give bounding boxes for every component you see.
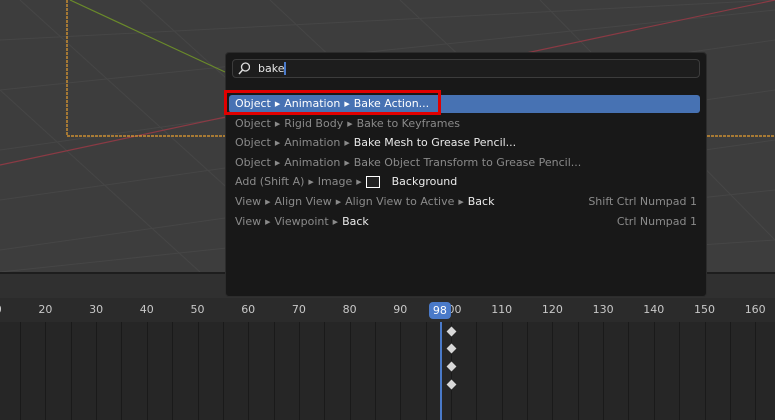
frame-tick-label: 130 (592, 303, 614, 316)
frame-ruler[interactable]: 102030405060708090100110120130140150160 (0, 298, 775, 322)
breadcrumb-arrow-icon: ▶ (274, 119, 281, 128)
frame-tick-label: 150 (694, 303, 715, 316)
frame-tick-label: 80 (342, 303, 357, 316)
breadcrumb-arrow-icon: ▶ (265, 198, 271, 206)
result-item-label: Bake to Keyframes (356, 116, 460, 130)
grid-line (679, 322, 681, 420)
frame-tick-label: 10 (0, 303, 2, 316)
search-input[interactable]: bake (232, 59, 700, 78)
result-item-label: Back (342, 214, 369, 228)
result-path-segment: Animation (284, 136, 341, 150)
search-query: bake (258, 62, 287, 75)
grid-line (527, 322, 529, 420)
grid-line (70, 322, 72, 420)
result-path-segment: Align View to Active (345, 195, 455, 208)
result-path-segment: Add (Shift A) (235, 175, 305, 189)
grid-line (755, 322, 757, 420)
grid-line (552, 322, 554, 420)
grid-line (121, 322, 123, 420)
grid-line (577, 322, 579, 420)
result-path-segment: Animation (284, 155, 341, 169)
grid-line (425, 322, 427, 420)
result-item-label: Back (467, 195, 495, 208)
breadcrumb-arrow-icon: ▶ (308, 178, 314, 187)
grid-line (324, 322, 326, 420)
timeline-area[interactable] (0, 322, 775, 420)
highlight-annotation (224, 90, 441, 115)
breadcrumb-arrow-icon: ▶ (344, 139, 350, 148)
frame-tick-label: 140 (643, 303, 665, 316)
breadcrumb-arrow-icon: ▶ (344, 158, 350, 167)
frame-tick-label: 60 (241, 303, 256, 316)
breadcrumb-arrow-icon: ▶ (356, 178, 362, 187)
search-result-item[interactable]: Object ▶ Animation ▶ Bake Object Transform t… (229, 154, 700, 172)
result-path-segment: Viewpoint (274, 214, 329, 228)
grid-line (501, 322, 503, 420)
result-path-segment: Object (235, 136, 271, 150)
grid-line (96, 322, 98, 420)
result-item-label: Bake Object Transform to Grease Pencil..… (353, 155, 582, 169)
grid-line (248, 322, 250, 420)
result-path-segment: View (235, 195, 262, 208)
result-path-segment: View (235, 214, 262, 228)
y-axis-line (69, 0, 226, 73)
grid-line (349, 322, 351, 420)
breadcrumb-arrow-icon: ▶ (347, 119, 353, 128)
result-item-label: Background (391, 175, 458, 189)
breadcrumb-arrow-icon: ▶ (274, 158, 281, 167)
breadcrumb-arrow-icon: ▶ (265, 217, 271, 226)
menu-search-popup: bake Object ▶ Animation ▶ Bake Action... Obje… (225, 52, 707, 297)
grid-line (704, 322, 706, 420)
grid-line (653, 322, 655, 420)
frame-tick-label: 90 (393, 303, 408, 316)
frame-tick-label: 70 (291, 303, 306, 316)
result-path-segment: Align View (274, 195, 332, 208)
result-item-label: Bake Mesh to Grease Pencil... (353, 136, 517, 150)
frame-tick-label: 40 (139, 303, 154, 316)
frame-tick-label: 50 (190, 303, 205, 316)
result-shortcut: Ctrl Numpad 1 (616, 214, 697, 228)
grid-line (273, 322, 275, 420)
search-result-item[interactable]: Object ▶ Animation ▶ Bake Mesh to Grease Pen… (229, 134, 700, 152)
breadcrumb-arrow-icon: ▶ (274, 139, 281, 148)
result-path-segment: Object (235, 155, 271, 169)
search-icon (238, 62, 250, 75)
grid-line (197, 322, 199, 420)
search-result-item[interactable]: Object ▶ Rigid Body ▶ Bake to Keyframes (229, 115, 700, 133)
current-frame-badge[interactable]: 98 (428, 302, 451, 319)
frame-tick-label: 160 (744, 303, 766, 316)
grid-line (628, 322, 630, 420)
grid-line (45, 322, 47, 420)
grid-line (374, 322, 376, 420)
breadcrumb-arrow-icon: ▶ (332, 217, 339, 226)
search-result-item[interactable]: Add (Shift A) ▶ Image ▶ Background (229, 173, 700, 191)
grid-line (476, 322, 478, 420)
breadcrumb-arrow-icon: ▶ (458, 198, 464, 206)
result-shortcut: Shift Ctrl Numpad 1 (588, 195, 697, 208)
grid-line (20, 322, 22, 420)
image-background-icon (365, 176, 380, 189)
frame-tick-label: 20 (38, 303, 53, 316)
grid-line (222, 322, 224, 420)
playhead[interactable] (439, 322, 442, 420)
breadcrumb-arrow-icon: ▶ (335, 198, 342, 206)
frame-tick-label: 120 (541, 303, 563, 316)
grid-line (400, 322, 402, 420)
grid-line (172, 322, 174, 420)
grid-line (603, 322, 605, 420)
frame-tick-label: 110 (491, 303, 513, 316)
search-result-item[interactable]: View ▶ Align View ▶ Align View to Active ▶ Bac… (229, 193, 700, 211)
search-result-item[interactable]: View ▶ Viewpoint ▶ Back Ctrl Numpad 1 (229, 213, 700, 231)
result-path-segment: Image (317, 175, 353, 189)
frame-tick-label: 30 (89, 303, 104, 316)
grid-line (146, 322, 148, 420)
result-path-segment: Object (235, 116, 271, 130)
grid-line (298, 322, 300, 420)
result-path-segment: Rigid Body (284, 116, 344, 130)
grid-line (729, 322, 731, 420)
